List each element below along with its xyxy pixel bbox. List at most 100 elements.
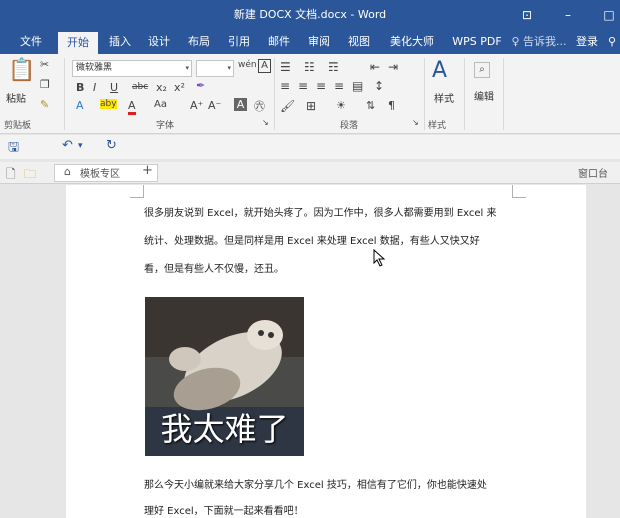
paragraph-line: 统计、处理数据。但是同样是用 Excel 来处理 Excel 数据，有些人又快又… xyxy=(144,236,480,247)
chinese-layout-icon[interactable]: ☀ xyxy=(336,99,346,112)
text-effects-button[interactable]: A xyxy=(76,99,84,112)
phonetic-guide-icon[interactable]: wén xyxy=(238,60,257,70)
document-tab-strip: 🗋 🗀 ⌂ 模板专区 + 窗口台 xyxy=(0,162,620,184)
enclose-characters-button[interactable]: ㊅ xyxy=(254,98,265,114)
image-caption: 我太难了 xyxy=(160,410,289,448)
mouse-cursor-icon xyxy=(373,249,386,267)
styles-group-label: 样式 xyxy=(428,121,447,131)
align-right-icon[interactable]: ≡ xyxy=(316,79,326,93)
paste-icon[interactable]: 📋 xyxy=(8,58,35,86)
chevron-down-icon: ▾ xyxy=(185,64,189,72)
subscript-button[interactable]: x₂ xyxy=(156,81,167,94)
line-spacing-icon[interactable]: ↕ xyxy=(374,79,384,93)
quick-access-toolbar: 🖫 ↶ ▾ ↻ xyxy=(0,135,620,159)
multilevel-list-icon[interactable]: ☶ xyxy=(328,60,339,74)
divider xyxy=(503,58,504,130)
save-icon[interactable]: 🖫 xyxy=(8,138,19,160)
dialog-launcher-icon[interactable]: ↘ xyxy=(262,118,269,127)
chevron-down-icon[interactable]: ▾ xyxy=(78,141,83,151)
font-size-select[interactable]: ▾ xyxy=(196,60,234,77)
editing-label[interactable]: 编辑 xyxy=(474,88,494,103)
align-left-icon[interactable]: ≡ xyxy=(280,79,290,93)
font-name-select[interactable]: 微软雅黑 ▾ xyxy=(72,60,192,77)
login-button[interactable]: 登录 xyxy=(572,30,602,54)
character-border-icon[interactable]: A xyxy=(258,59,271,73)
title-bar: 新建 DOCX 文档.docx - Word ⊡ – □ xyxy=(0,0,620,30)
ribbon-tabs: 文件 开始 插入 设计 布局 引用 邮件 审阅 视图 美化大师 WPS PDF … xyxy=(0,30,620,54)
shading-icon[interactable]: 🖌 xyxy=(280,99,295,113)
copy-icon[interactable]: ❐ xyxy=(40,78,50,91)
add-tab-button[interactable]: + xyxy=(142,163,153,178)
template-tab-label: 模板专区 xyxy=(80,169,120,180)
character-shading-button[interactable]: A xyxy=(234,98,247,111)
decrease-indent-icon[interactable]: ⇤ xyxy=(370,60,380,74)
home-icon: ⌂ xyxy=(64,165,71,178)
increase-indent-icon[interactable]: ⇥ xyxy=(388,60,398,74)
justify-icon[interactable]: ≡ xyxy=(334,79,344,93)
align-center-icon[interactable]: ≡ xyxy=(298,79,308,93)
highlight-button[interactable]: aby xyxy=(100,99,117,109)
ribbon-home: 📋 粘贴 ✂ ❐ ✎ 剪贴板 微软雅黑 ▾ ▾ wén A B I U abc x… xyxy=(0,54,620,134)
tab-review[interactable]: 审阅 xyxy=(302,30,336,54)
dialog-launcher-icon[interactable]: ↘ xyxy=(412,118,419,127)
sort-icon[interactable]: ⇅ xyxy=(366,99,375,112)
numbering-icon[interactable]: ☷ xyxy=(304,60,315,74)
font-group-label: 字体 xyxy=(156,121,175,131)
redo-icon[interactable]: ↻ xyxy=(106,138,117,153)
document-canvas: 很多朋友说到 Excel，就开始头疼了。因为工作中，很多人都需要用到 Excel… xyxy=(0,185,620,518)
show-marks-icon[interactable]: ¶ xyxy=(388,99,395,112)
tab-references[interactable]: 引用 xyxy=(222,30,256,54)
shrink-font-button[interactable]: A⁻ xyxy=(208,99,221,112)
paragraph-line: 看，但是有些人不仅慢，还丑。 xyxy=(144,264,284,275)
divider xyxy=(464,58,465,130)
window-menu[interactable]: 窗口台 xyxy=(578,165,608,180)
margin-mark xyxy=(130,185,144,198)
document-page[interactable]: 很多朋友说到 Excel，就开始头疼了。因为工作中，很多人都需要用到 Excel… xyxy=(66,185,586,518)
paragraph-line: 那么今天小编就来给大家分享几个 Excel 技巧，相信有了它们，你也能快速处 xyxy=(144,480,487,491)
chevron-down-icon: ▾ xyxy=(227,64,231,72)
format-painter-icon[interactable]: ✎ xyxy=(40,98,49,111)
maximize-button[interactable]: □ xyxy=(594,0,620,30)
search-icon[interactable]: ⌕ xyxy=(474,62,490,78)
divider xyxy=(274,58,275,130)
styles-label[interactable]: 样式 xyxy=(434,90,454,105)
tab-design[interactable]: 设计 xyxy=(142,30,176,54)
divider xyxy=(424,58,425,130)
paragraph-line: 理好 Excel，下面就一起来看看吧！ xyxy=(144,506,304,517)
distributed-icon[interactable]: ▤ xyxy=(352,79,363,93)
styles-icon[interactable]: A xyxy=(432,58,447,83)
superscript-button[interactable]: x² xyxy=(174,81,185,94)
change-case-button[interactable]: Aa xyxy=(154,99,167,110)
margin-mark xyxy=(512,185,526,198)
cut-icon[interactable]: ✂ xyxy=(40,58,49,71)
word-window: 新建 DOCX 文档.docx - Word ⊡ – □ 文件 开始 插入 设计… xyxy=(0,0,620,518)
ribbon-display-options-button[interactable]: ⊡ xyxy=(512,0,542,30)
tab-file[interactable]: 文件 xyxy=(14,30,48,54)
borders-icon[interactable]: ⊞ xyxy=(306,99,316,113)
bold-button[interactable]: B xyxy=(76,81,84,94)
underline-button[interactable]: U xyxy=(110,81,118,94)
tab-view[interactable]: 视图 xyxy=(342,30,376,54)
bullets-icon[interactable]: ☰ xyxy=(280,60,291,74)
italic-button[interactable]: I xyxy=(93,81,96,94)
tab-wps-pdf[interactable]: WPS PDF xyxy=(446,30,508,54)
tab-mailings[interactable]: 邮件 xyxy=(262,30,296,54)
strikethrough-button[interactable]: abc xyxy=(132,82,148,92)
tab-layout[interactable]: 布局 xyxy=(182,30,216,54)
folder-icon[interactable]: 🗀 xyxy=(24,165,36,186)
minimize-button[interactable]: – xyxy=(553,0,583,30)
tab-insert[interactable]: 插入 xyxy=(103,30,137,54)
paste-label[interactable]: 粘贴 xyxy=(6,90,26,105)
user-icon[interactable]: ⚲ xyxy=(604,30,620,54)
font-color-button[interactable]: A xyxy=(128,99,136,115)
tell-me-search[interactable]: ♀ 告诉我... xyxy=(510,30,568,54)
tab-beautify[interactable]: 美化大师 xyxy=(384,30,440,54)
new-document-icon[interactable]: 🗋 xyxy=(6,165,16,186)
font-name-value: 微软雅黑 xyxy=(76,63,113,73)
tab-home[interactable]: 开始 xyxy=(58,32,98,54)
grow-font-button[interactable]: A⁺ xyxy=(190,99,203,112)
undo-icon[interactable]: ↶ xyxy=(62,138,73,153)
clear-format-icon[interactable]: ✒ xyxy=(196,79,205,92)
divider xyxy=(64,58,65,130)
embedded-image[interactable]: 我太难了 xyxy=(145,297,304,456)
